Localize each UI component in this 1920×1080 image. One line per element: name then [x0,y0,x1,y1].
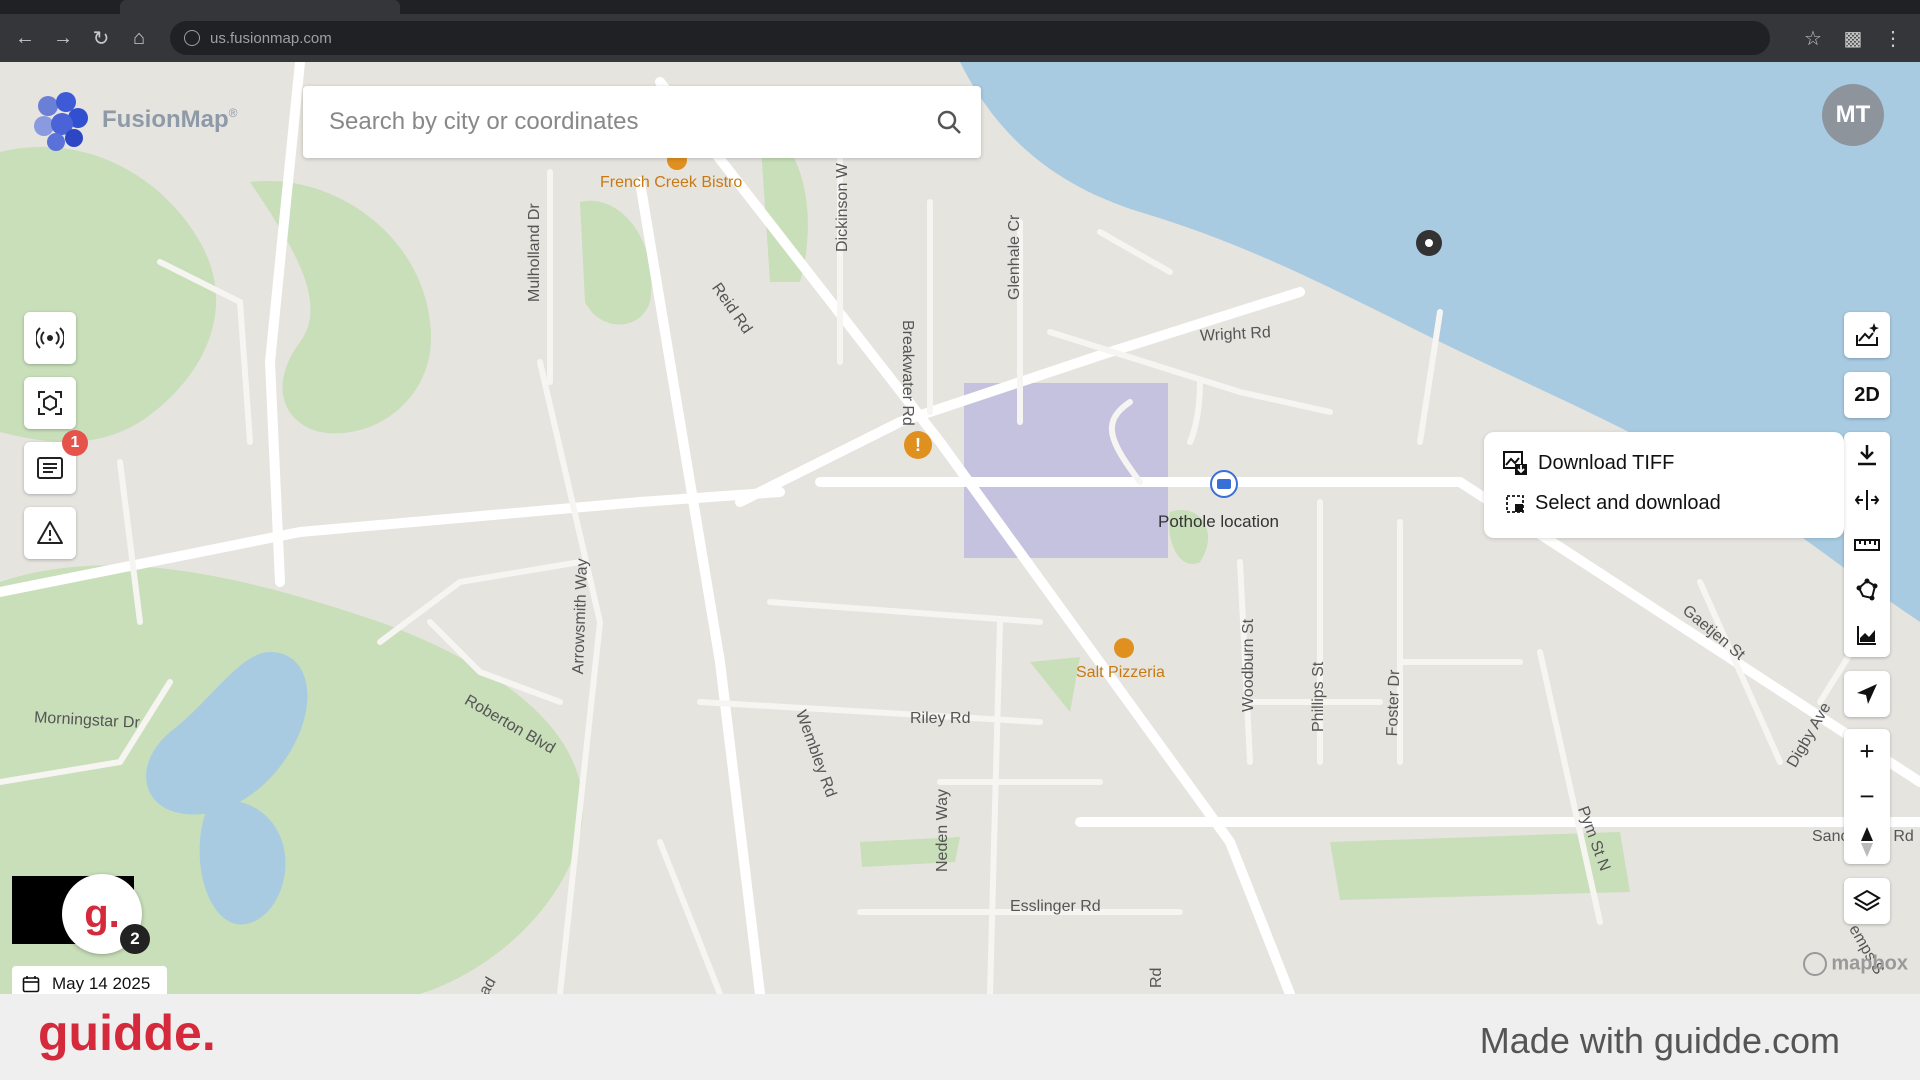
marker-label: Pothole location [1158,512,1279,531]
road-label: Breakwater Rd [899,320,916,426]
ai-scan-button[interactable] [24,377,76,429]
calendar-icon [22,976,40,993]
kebab-menu-icon[interactable]: ⋮ [1880,25,1906,51]
download-tiff-item[interactable]: Download TIFF [1502,450,1674,476]
tiff-download-icon [1503,451,1527,475]
right-toolbar: 2D + − [1844,312,1890,924]
star-icon[interactable]: ☆ [1800,25,1826,51]
road-label: Phillips St [1310,661,1327,732]
messages-icon [37,457,63,479]
user-avatar[interactable]: MT [1822,84,1884,146]
road-label: Esslinger Rd [1010,898,1101,915]
road-label: Wright Rd [1199,324,1272,345]
ai-scan-icon [38,391,62,415]
footer-credit: Made with guidde.com [1479,1020,1840,1061]
browser-toolbar: ← → ↻ ⌂ us.fusionmap.com ☆ ▩ ⋮ [0,14,1920,62]
browser-tab[interactable] [120,0,400,14]
road-label: Mulholland Dr [526,203,543,302]
tools-group [1844,432,1890,657]
view-mode-toggle[interactable]: 2D [1844,372,1890,418]
plus-icon[interactable]: + [1844,729,1890,774]
puzzle-icon[interactable]: ▩ [1840,25,1866,51]
restaurant-icon[interactable] [1114,638,1134,658]
app-logo[interactable]: FusionMap ® [24,84,238,156]
guidde-footer: guidde. Made with guidde.com [0,994,1920,1080]
road-label: Sanc [1812,828,1849,845]
home-icon[interactable]: ⌂ [126,25,152,51]
brain-logo-icon [34,92,88,151]
poi-label[interactable]: French Creek Bistro [600,174,742,192]
layers-icon [1853,889,1881,912]
notification-badge: 1 [62,430,88,456]
download-icon[interactable] [1844,432,1890,477]
layers-button[interactable] [1844,878,1890,924]
sparkle-layers-icon [1856,323,1879,346]
select-and-download-item[interactable]: Select and download [1502,492,1721,515]
search-input[interactable] [327,107,911,137]
mapbox-logo-icon [1803,952,1828,976]
warning-icon [37,521,63,544]
road-label: Neden Way [934,789,951,872]
logo-text: FusionMap [102,106,229,133]
search-box[interactable] [303,86,981,158]
road-label: Rd [1148,967,1165,988]
left-toolbar: 1 [24,312,88,572]
road-label: Glenhale Cr [1006,214,1023,300]
url-text: us.fusionmap.com [210,29,332,47]
date-label: May 14 2025 [52,974,151,993]
messages-button[interactable]: 1 [24,430,88,494]
compare-icon[interactable] [1844,477,1890,522]
compass-icon[interactable] [1844,819,1890,864]
select-and-download-label: Select and download [1535,492,1721,514]
zoom-group: + − [1844,729,1890,864]
navigation-arrow-icon [1857,684,1877,704]
road-label: Woodburn St [1240,618,1257,712]
broadcast-button[interactable] [24,312,76,364]
poi-label[interactable]: Salt Pizzeria [1076,664,1165,682]
warning-pin-icon[interactable]: ! [904,431,932,459]
elevation-chart-icon[interactable] [1844,612,1890,657]
logo-registered-mark: ® [228,106,238,120]
back-arrow-icon[interactable]: ← [12,25,38,51]
search-icon[interactable] [935,108,963,136]
road-label: Foster Dr [1384,669,1404,737]
select-area-icon [1506,494,1524,513]
attribution-text: mapbox [1831,952,1908,975]
address-bar[interactable]: us.fusionmap.com [170,21,1770,55]
forward-arrow-icon[interactable]: → [50,25,76,51]
location-pin-icon[interactable] [1416,230,1442,256]
minus-icon[interactable]: − [1844,774,1890,819]
road-label: Riley Rd [910,710,971,727]
reload-icon[interactable]: ↻ [88,25,114,51]
browser-tab-strip [0,0,1920,14]
download-tiff-label: Download TIFF [1538,451,1675,474]
polygon-icon[interactable] [1844,567,1890,612]
site-info-icon[interactable] [184,30,200,46]
guidde-count-badge: 2 [120,924,150,954]
road-label: Dickinson W [834,163,851,252]
ai-analysis-button[interactable] [1844,312,1890,358]
guidde-logo: guidde. [38,1005,216,1061]
download-menu: Download TIFF Select and download [1484,432,1844,538]
locate-button[interactable] [1844,671,1890,717]
ruler-icon[interactable] [1844,522,1890,567]
message-pin-icon[interactable] [1210,470,1238,498]
mapbox-attribution[interactable]: mapbox [1803,952,1908,976]
date-selector[interactable]: May 14 2025 [12,966,167,994]
map-canvas[interactable]: Mulholland Dr Dickinson W Breakwater Rd … [0,62,1920,994]
broadcast-icon [36,327,64,349]
warning-button[interactable] [24,507,76,559]
